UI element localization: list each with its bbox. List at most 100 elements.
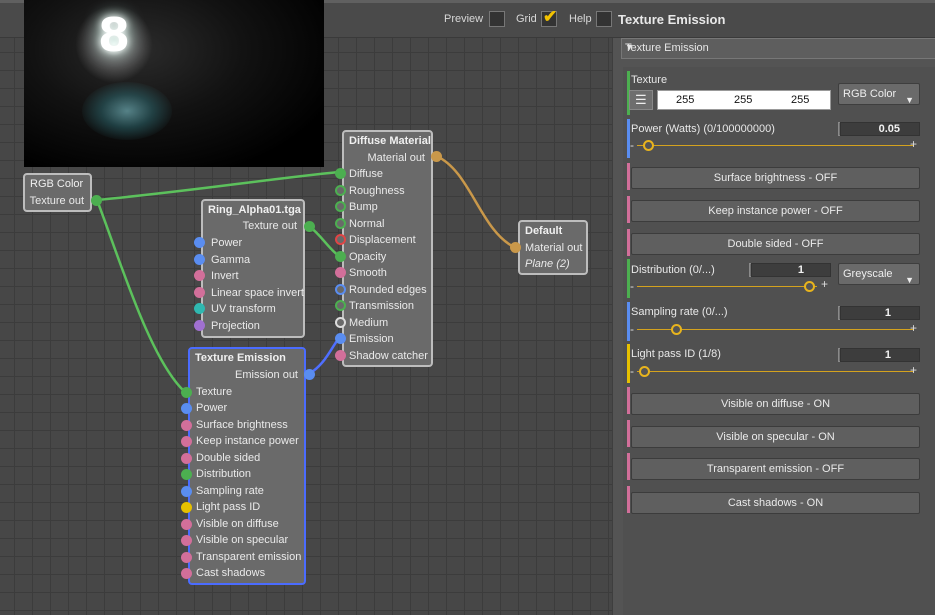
pin-diffuse-emission[interactable] (335, 333, 346, 344)
node-rgb-title: RGB Color (30, 178, 84, 190)
visible-on-diffuse-toggle[interactable]: Visible on diffuse - ON (631, 393, 920, 415)
pin-diffuse-smooth[interactable] (335, 267, 346, 278)
pin-emission-double-sided[interactable] (181, 453, 192, 464)
diffuse-input-opacity: Opacity (349, 251, 387, 263)
ring-input-gamma: Gamma (211, 254, 251, 266)
pin-diffuse-transmission[interactable] (335, 300, 346, 311)
node-texture-emission[interactable]: Texture Emission Emission out Texture Po… (188, 347, 306, 585)
pin-ring-uv-transform[interactable] (194, 303, 205, 314)
emission-input-transparent-emission: Transparent emission (196, 551, 302, 563)
power-slider-knob[interactable] (643, 140, 654, 151)
pin-diffuse-roughness[interactable] (335, 185, 346, 196)
pin-emission-visible-on-specular[interactable] (181, 535, 192, 546)
pin-diffuse-medium[interactable] (335, 317, 346, 328)
pin-ring-gamma[interactable] (194, 254, 205, 265)
transparent-emission-strip (627, 453, 630, 480)
pin-emission-sampling-rate[interactable] (181, 486, 192, 497)
ring-input-invert: Invert (211, 270, 239, 282)
keep-instance-power-toggle[interactable]: Keep instance power - OFF (631, 200, 920, 222)
surface-brightness-toggle[interactable]: Surface brightness - OFF (631, 167, 920, 189)
diffuse-input-rounded-edges: Rounded edges (349, 284, 427, 296)
transparent-emission-toggle[interactable]: Transparent emission - OFF (631, 458, 920, 480)
power-plus-icon[interactable]: + (910, 137, 917, 151)
distribution-mode-value: Greyscale (843, 268, 893, 280)
diffuse-input-transmission: Transmission (349, 300, 414, 312)
node-rgb-color[interactable]: RGB Color Texture out (23, 173, 92, 212)
distribution-mode-dropdown[interactable]: Greyscale ▼ (838, 263, 920, 285)
distribution-minus-icon[interactable]: - (630, 279, 634, 293)
texture-rgb-input[interactable]: 255 255 255 (657, 90, 831, 110)
inspector-parameters: Texture ☰ 255 255 255 RGB Color ▼ Power … (623, 67, 935, 615)
light-pass-slider-knob[interactable] (639, 366, 650, 377)
visible-on-specular-toggle[interactable]: Visible on specular - ON (631, 426, 920, 448)
cast-shadows-toggle[interactable]: Cast shadows - ON (631, 492, 920, 514)
pin-emission-keep-instance-power[interactable] (181, 436, 192, 447)
pin-emission-light-pass-id[interactable] (181, 502, 192, 513)
texture-picker-icon[interactable]: ☰ (629, 90, 653, 110)
inspector-node-dropdown[interactable]: Texture Emission ▼ (621, 38, 935, 59)
pin-emission-visible-on-diffuse[interactable] (181, 519, 192, 530)
diffuse-input-diffuse: Diffuse (349, 168, 384, 180)
pin-diffuse-diffuse[interactable] (335, 168, 346, 179)
texture-r-value: 255 (676, 94, 695, 106)
texture-mode-dropdown[interactable]: RGB Color ▼ (838, 83, 920, 105)
pin-emission-surface-brightness[interactable] (181, 420, 192, 431)
pin-diffuse-displacement[interactable] (335, 234, 346, 245)
surface-brightness-strip (627, 163, 630, 190)
pin-emission-out[interactable] (304, 369, 315, 380)
distribution-value-input[interactable]: 1 (751, 263, 831, 277)
diffuse-input-shadow-catcher: Shadow catcher (349, 350, 428, 362)
pin-diffuse-normal[interactable] (335, 218, 346, 229)
pin-diffuse-bump[interactable] (335, 201, 346, 212)
ring-input-projection: Projection (211, 320, 260, 332)
node-ring-title: Ring_Alpha01.tga (208, 204, 301, 216)
pin-ring-linear-space[interactable] (194, 287, 205, 298)
pin-ring-power[interactable] (194, 237, 205, 248)
light-pass-slider-track[interactable] (637, 371, 914, 372)
sampling-rate-slider-knob[interactable] (671, 324, 682, 335)
pin-diffuse-rounded-edges[interactable] (335, 284, 346, 295)
node-default-output[interactable]: Default Material out Plane (2) (518, 220, 588, 275)
light-pass-minus-icon[interactable]: - (630, 364, 634, 378)
double-sided-toggle[interactable]: Double sided - OFF (631, 233, 920, 255)
pin-diffuse-shadow-catcher[interactable] (335, 350, 346, 361)
power-slider-track[interactable] (637, 145, 914, 146)
pin-emission-transparent-emission[interactable] (181, 552, 192, 563)
distribution-slider-track[interactable] (637, 286, 817, 287)
pin-emission-texture[interactable] (181, 387, 192, 398)
power-value-input[interactable]: 0.05 (840, 122, 920, 136)
distribution-slider-knob[interactable] (804, 281, 815, 292)
emission-input-distribution: Distribution (196, 468, 252, 480)
distribution-plus-icon[interactable]: + (821, 277, 828, 291)
light-pass-plus-icon[interactable]: + (910, 363, 917, 377)
emission-input-keep-instance-power: Keep instance power (196, 435, 299, 447)
node-diffuse-material[interactable]: Diffuse Material Material out Diffuse Ro… (342, 130, 433, 367)
power-minus-icon[interactable]: - (630, 138, 634, 152)
pin-ring-invert[interactable] (194, 270, 205, 281)
pin-emission-power[interactable] (181, 403, 192, 414)
pin-ring-projection[interactable] (194, 320, 205, 331)
emission-input-double-sided: Double sided (196, 452, 261, 464)
pin-default-material-in[interactable] (510, 242, 521, 253)
node-ring-texture[interactable]: Ring_Alpha01.tga Texture out Power Gamma… (201, 199, 305, 338)
pin-diffuse-opacity[interactable] (335, 251, 346, 262)
light-pass-value-input[interactable]: 1 (840, 348, 920, 362)
node-default-title: Default (525, 225, 563, 237)
node-diffuse-output-label: Material out (367, 152, 425, 164)
diffuse-input-roughness: Roughness (349, 185, 405, 197)
pin-rgb-texture-out[interactable] (91, 195, 102, 206)
list-icon: ☰ (635, 92, 647, 107)
pin-diffuse-material-out[interactable] (431, 151, 442, 162)
pin-emission-cast-shadows[interactable] (181, 568, 192, 579)
node-title: Texture Emission (618, 12, 726, 27)
pin-emission-distribution[interactable] (181, 469, 192, 480)
sampling-rate-value-input[interactable]: 1 (840, 306, 920, 320)
dropdown-arrow-icon: ▼ (905, 275, 914, 285)
node-emission-title: Texture Emission (195, 352, 286, 364)
pin-ring-texture-out[interactable] (304, 221, 315, 232)
sampling-rate-plus-icon[interactable]: + (910, 321, 917, 335)
node-ring-output-label: Texture out (242, 220, 297, 232)
cast-shadows-strip (627, 486, 630, 513)
sampling-rate-minus-icon[interactable]: - (630, 322, 634, 336)
node-default-subtitle: Plane (2) (525, 258, 570, 270)
